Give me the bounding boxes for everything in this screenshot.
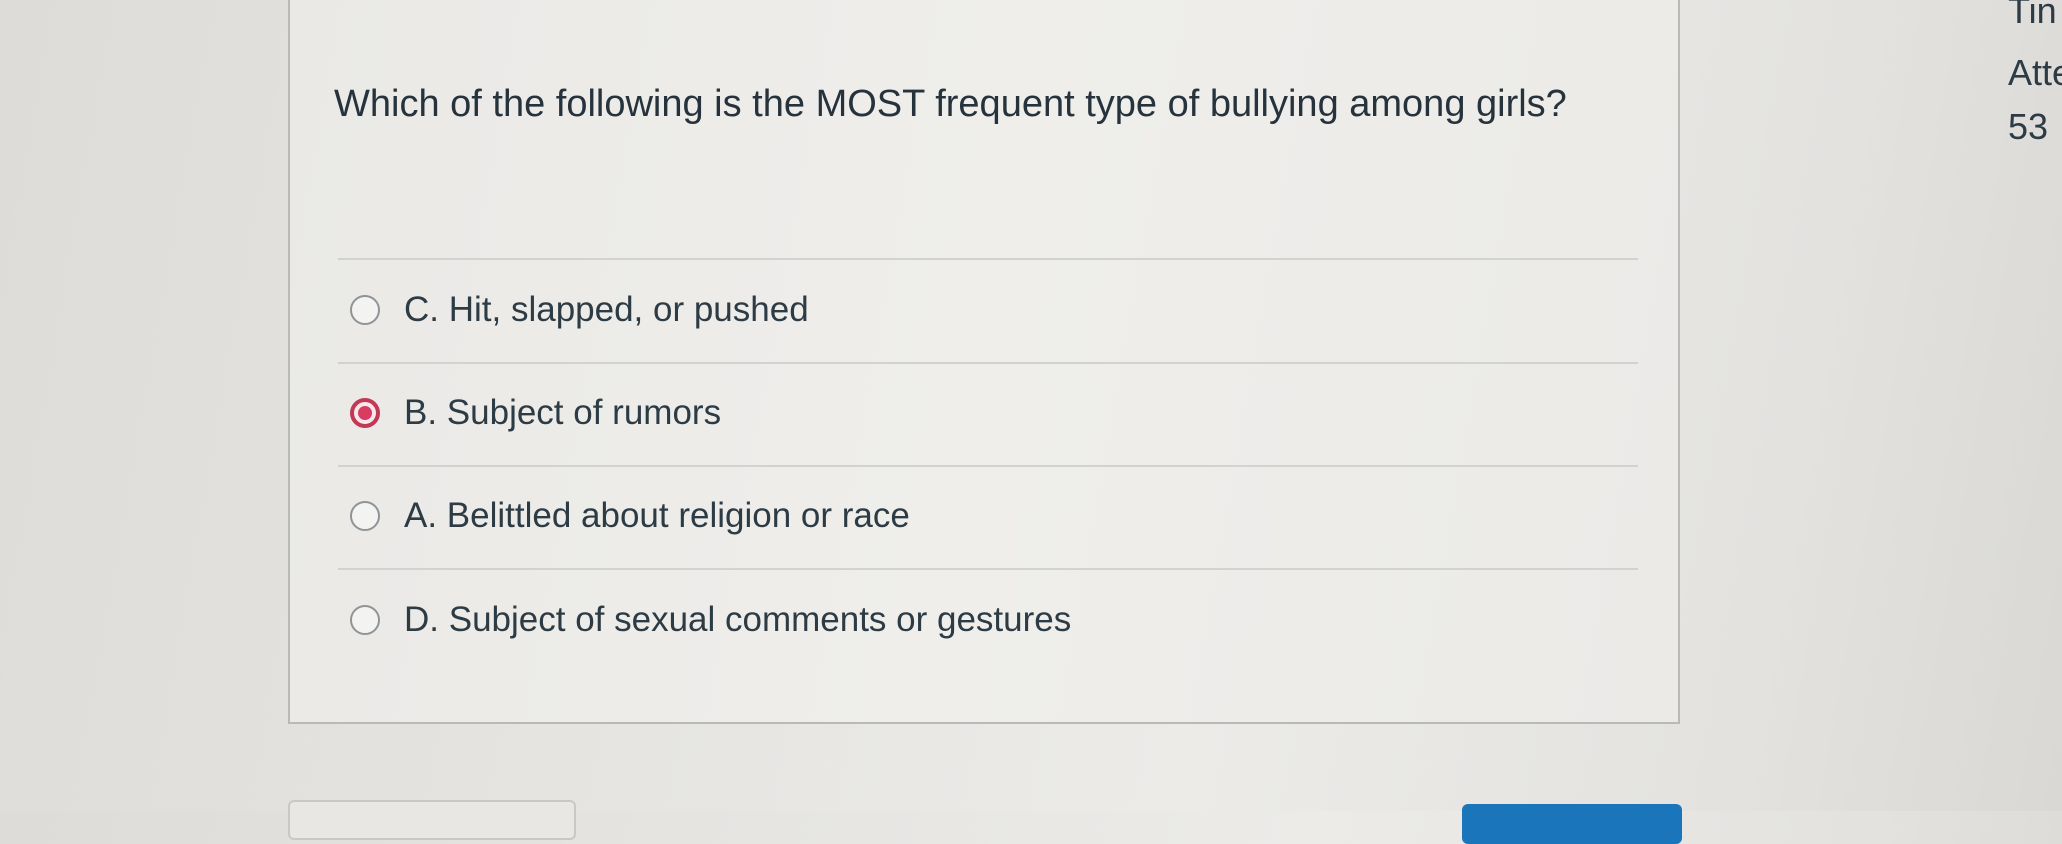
question-text: Which of the following is the MOST frequ… bbox=[334, 83, 1567, 125]
answer-option-b[interactable]: B. Subject of rumors bbox=[350, 388, 721, 438]
answer-label-a: A. Belittled about religion or race bbox=[404, 496, 910, 535]
answer-label-d: D. Subject of sexual comments or gesture… bbox=[404, 600, 1072, 639]
answer-label-c: C. Hit, slapped, or pushed bbox=[404, 290, 809, 329]
divider bbox=[338, 465, 1638, 467]
attempt-label: Atte bbox=[2008, 52, 2062, 93]
divider bbox=[338, 258, 1638, 260]
previous-button[interactable] bbox=[288, 800, 576, 840]
answer-option-d[interactable]: D. Subject of sexual comments or gesture… bbox=[350, 595, 1071, 645]
attempt-value: 53 bbox=[2008, 106, 2049, 147]
time-label: Tin bbox=[2008, 0, 2057, 31]
radio-button-b-selected[interactable] bbox=[350, 398, 380, 428]
divider bbox=[338, 362, 1638, 364]
radio-button-c[interactable] bbox=[350, 295, 380, 325]
answer-option-c[interactable]: C. Hit, slapped, or pushed bbox=[350, 285, 809, 335]
radio-button-d[interactable] bbox=[350, 605, 380, 635]
quiz-info-panel: Tin Atte 53 bbox=[2008, 0, 2062, 811]
answer-option-a[interactable]: A. Belittled about religion or race bbox=[350, 491, 910, 541]
answer-label-b: B. Subject of rumors bbox=[404, 393, 722, 432]
next-button[interactable] bbox=[1462, 804, 1682, 844]
divider bbox=[338, 568, 1638, 570]
radio-button-a[interactable] bbox=[350, 501, 380, 531]
